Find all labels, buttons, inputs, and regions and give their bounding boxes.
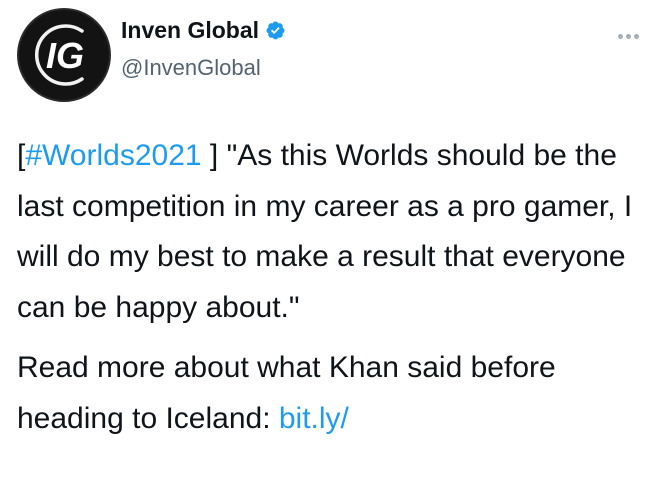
avatar[interactable]: IG	[17, 8, 111, 102]
avatar-text: IG	[46, 35, 84, 76]
author-handle[interactable]: @InvenGlobal	[121, 55, 261, 81]
tweet-text: [#Worlds2021 ] "As this Worlds should be…	[17, 131, 657, 444]
tweet-paragraph-quote: [#Worlds2021 ] "As this Worlds should be…	[17, 131, 657, 333]
tweet-paragraph-read-more: Read more about what Khan said before he…	[17, 343, 657, 444]
verified-badge-icon	[265, 20, 286, 41]
more-horizontal-icon	[634, 34, 639, 39]
display-name[interactable]: Inven Global	[121, 17, 259, 44]
more-options-button[interactable]	[614, 30, 643, 43]
more-horizontal-icon	[626, 34, 631, 39]
more-horizontal-icon	[618, 34, 623, 39]
tweet: IG Inven Global @InvenGlobal [#Worlds202…	[0, 0, 668, 478]
article-link[interactable]: bit.ly/	[279, 402, 349, 435]
author-name-row[interactable]: Inven Global	[121, 17, 286, 44]
hashtag-link[interactable]: #Worlds2021	[25, 139, 201, 172]
inven-global-logo-icon: IG	[35, 24, 84, 86]
